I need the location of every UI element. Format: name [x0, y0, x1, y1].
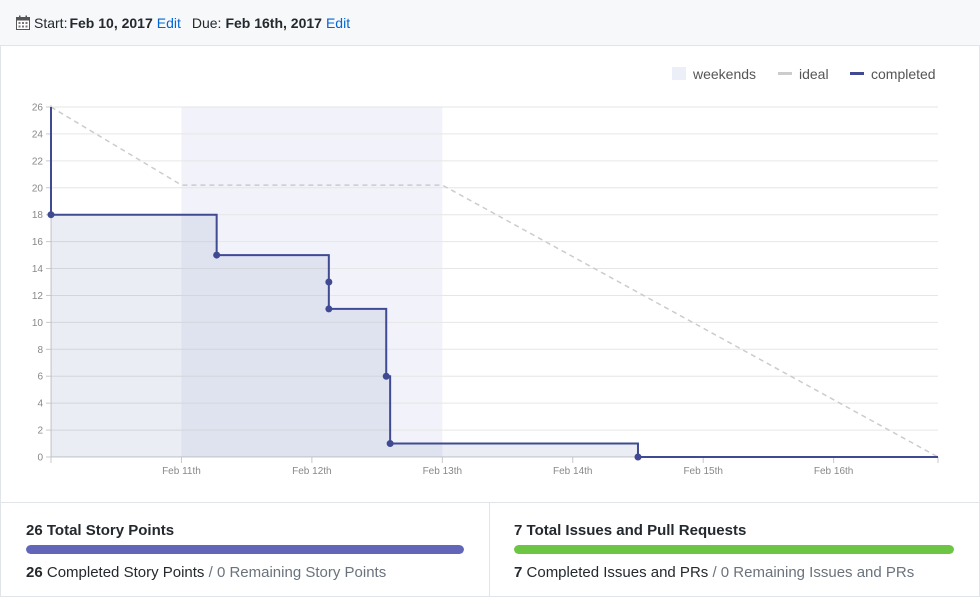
x-tick-label: Feb 15th — [683, 466, 722, 477]
legend-label-completed: completed — [871, 66, 936, 82]
edit-due-date-link[interactable]: Edit — [326, 15, 350, 31]
completed-story-points-label: Completed Story Points — [46, 564, 205, 581]
x-tick-label: Feb 12th — [292, 466, 331, 477]
remaining-story-points: 0 Remaining Story Points — [216, 564, 387, 581]
y-tick-label: 12 — [32, 291, 44, 302]
story-points-summary: 26 Total Story Points 26 Completed Story… — [0, 503, 490, 597]
chart-legend: weekends ideal completed — [672, 66, 936, 82]
remaining-issues: 0 Remaining Issues and PRs — [720, 564, 915, 581]
separator: / — [208, 564, 213, 581]
edit-start-date-link[interactable]: Edit — [157, 15, 181, 31]
y-tick-label: 16 — [32, 237, 44, 248]
y-tick-label: 0 — [37, 453, 43, 464]
completed-point — [47, 211, 55, 219]
y-tick-label: 26 — [32, 103, 44, 114]
total-story-points-label: Total Story Points — [46, 522, 175, 539]
legend-swatch-ideal — [778, 72, 792, 75]
total-issues: 7 Total Issues and Pull Requests — [514, 522, 746, 539]
issues-breakdown: 7 Completed Issues and PRs / 0 Remaining… — [514, 564, 914, 581]
completed-point — [213, 251, 221, 259]
calendar-icon — [16, 15, 30, 30]
x-tick-label: Feb 13th — [423, 466, 462, 477]
due-label: Due: — [191, 14, 222, 31]
total-issues-value: 7 — [514, 522, 523, 539]
y-tick-label: 6 — [37, 372, 43, 383]
total-story-points: 26 Total Story Points — [26, 522, 174, 539]
y-tick-label: 18 — [32, 210, 44, 221]
burndown-chart-svg: 02468101214161820222426Feb 11th Feb 12th F… — [32, 66, 939, 477]
completed-point — [325, 305, 333, 313]
completed-point — [386, 440, 394, 448]
legend-swatch-weekends — [672, 67, 686, 80]
completed-issues-label: Completed Issues and PRs — [526, 564, 709, 581]
x-tick-label: Feb 14th — [553, 466, 592, 477]
y-tick-label: 24 — [32, 129, 44, 140]
total-story-points-value: 26 — [26, 522, 43, 539]
completed-point — [325, 278, 333, 286]
start-date: Feb 10, 2017 — [69, 14, 153, 31]
separator: / — [712, 564, 717, 581]
legend-label-weekends: weekends — [692, 66, 756, 82]
milestone-dates-bar: Start: Feb 10, 2017 Edit Due: Feb 16th, … — [0, 0, 980, 46]
summary-stats: 26 Total Story Points 26 Completed Story… — [0, 502, 980, 597]
burndown-chart: 0 2 4 6 8 10 12 14 16 18 20 22 24 26 Feb 11th Feb 12th F… — [0, 46, 980, 502]
completed-point — [382, 372, 390, 380]
total-issues-label: Total Issues and Pull Requests — [526, 522, 747, 539]
x-tick-label: Feb 16th — [814, 466, 853, 477]
issues-summary: 7 Total Issues and Pull Requests 7 Compl… — [490, 503, 980, 597]
y-tick-label: 8 — [37, 345, 43, 356]
legend-swatch-completed — [850, 72, 864, 75]
y-tick-label: 20 — [32, 183, 44, 194]
story-points-breakdown: 26 Completed Story Points / 0 Remaining … — [26, 564, 386, 581]
y-tick-label: 22 — [32, 156, 44, 167]
story-points-progress-fill — [26, 545, 464, 554]
y-tick-label: 2 — [37, 426, 43, 437]
y-tick-label: 10 — [32, 318, 44, 329]
issues-progress-fill — [514, 545, 954, 554]
y-tick-label: 14 — [32, 264, 44, 275]
due-date: Feb 16th, 2017 — [225, 14, 322, 31]
x-tick-label: Feb 11th — [162, 466, 201, 477]
completed-issues-value: 7 — [514, 564, 523, 581]
start-label: Start: — [34, 14, 68, 31]
issues-progress-bar — [514, 545, 954, 554]
completed-point — [634, 453, 642, 461]
y-tick-label: 4 — [37, 399, 43, 410]
legend-label-ideal: ideal — [799, 66, 829, 82]
completed-story-points-value: 26 — [26, 564, 43, 581]
story-points-progress-bar — [26, 545, 464, 554]
